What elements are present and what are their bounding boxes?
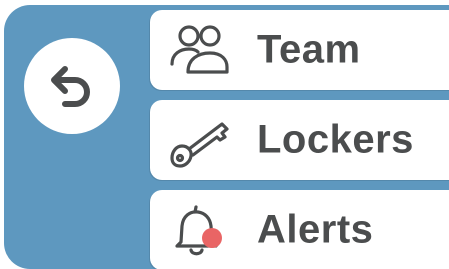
team-icon	[170, 25, 229, 74]
menu-item-label: Lockers	[257, 117, 414, 162]
bell-icon	[175, 205, 222, 256]
back-button[interactable]	[24, 38, 120, 134]
sidebar-panel: Team Lockers Alerts	[4, 5, 449, 269]
menu-item-team[interactable]: Team	[150, 10, 449, 90]
menu-item-label: Alerts	[257, 207, 374, 252]
menu-item-lockers[interactable]: Lockers	[150, 100, 449, 180]
alert-dot-icon	[202, 228, 222, 248]
key-icon	[170, 122, 229, 168]
menu-item-alerts[interactable]: Alerts	[150, 190, 449, 269]
back-arrow-icon	[51, 66, 90, 107]
menu-item-label: Team	[257, 27, 361, 72]
